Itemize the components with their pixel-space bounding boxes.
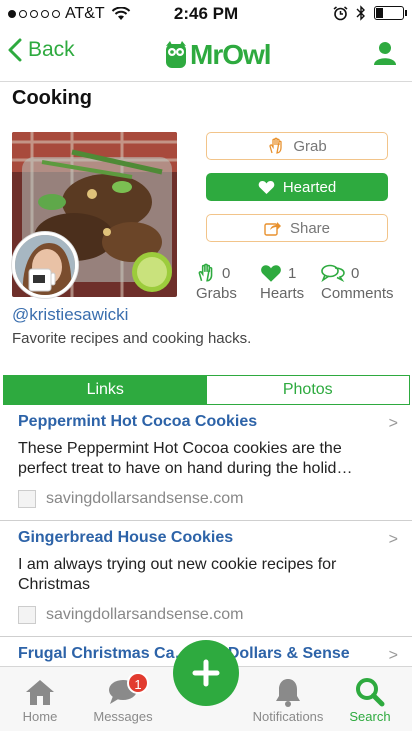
hearted-label: Hearted bbox=[282, 178, 337, 196]
grab-label: Grab bbox=[293, 137, 327, 155]
tab-home-label: Home bbox=[22, 709, 58, 724]
chevron-right-icon: > bbox=[388, 647, 398, 664]
content-tabs: Links Photos bbox=[3, 375, 410, 405]
page-title: Cooking bbox=[12, 87, 92, 109]
mrowl-logo: MrOwl bbox=[164, 39, 272, 71]
item-title[interactable]: Gingerbread House Cookies bbox=[18, 529, 233, 547]
heart-icon bbox=[261, 264, 281, 282]
tab-links[interactable]: Links bbox=[4, 376, 207, 404]
item-source-domain: savingdollarsandsense.com bbox=[46, 606, 244, 623]
tab-notifications-label: Notifications bbox=[252, 709, 324, 724]
plus-icon bbox=[192, 659, 220, 687]
person-icon bbox=[374, 42, 396, 65]
list-item[interactable]: Gingerbread House Cookies > I am always … bbox=[0, 521, 412, 637]
chevron-right-icon: > bbox=[388, 531, 398, 548]
grab-button[interactable]: Grab bbox=[206, 132, 388, 160]
hearts-stat[interactable]: 1 Hearts bbox=[260, 262, 305, 303]
add-button[interactable] bbox=[173, 640, 239, 706]
tab-messages-label: Messages bbox=[93, 709, 153, 724]
grabs-count: 0 bbox=[222, 264, 231, 282]
item-source: savingdollarsandsense.com bbox=[18, 606, 243, 624]
battery-icon bbox=[374, 6, 407, 20]
tab-home[interactable]: Home bbox=[0, 675, 80, 724]
back-button[interactable]: Back bbox=[8, 38, 75, 62]
share-button[interactable]: Share bbox=[206, 214, 388, 242]
list-item[interactable]: Peppermint Hot Cocoa Cookies > These Pep… bbox=[0, 405, 412, 521]
owl-icon bbox=[166, 41, 186, 68]
status-bar: AT&T 2:46 PM bbox=[0, 0, 412, 28]
comments-stat[interactable]: 0 Comments bbox=[321, 262, 394, 303]
comments-label: Comments bbox=[321, 285, 394, 302]
comments-icon bbox=[321, 264, 345, 282]
item-title[interactable]: Peppermint Hot Cocoa Cookies bbox=[18, 413, 257, 431]
tab-notifications[interactable]: Notifications bbox=[248, 675, 328, 724]
hand-icon bbox=[198, 263, 213, 282]
tab-photos[interactable]: Photos bbox=[206, 376, 409, 404]
hearts-label: Hearts bbox=[260, 285, 305, 302]
item-description: I am always trying out new cookie recipe… bbox=[18, 556, 337, 593]
tab-search-label: Search bbox=[349, 709, 391, 724]
chevron-left-icon bbox=[8, 38, 22, 62]
bluetooth-icon bbox=[356, 5, 365, 21]
item-source-domain: savingdollarsandsense.com bbox=[46, 490, 244, 507]
grabs-label: Grabs bbox=[196, 285, 237, 302]
tab-search[interactable]: Search bbox=[330, 675, 410, 724]
item-source: savingdollarsandsense.com bbox=[18, 490, 243, 508]
tab-messages[interactable]: Messages 1 bbox=[83, 672, 163, 724]
share-label: Share bbox=[289, 219, 331, 237]
comments-count: 0 bbox=[351, 264, 360, 282]
profile-button[interactable] bbox=[374, 41, 396, 70]
nav-bar: Back MrOwl bbox=[0, 28, 412, 82]
hearted-button[interactable]: Hearted bbox=[206, 173, 388, 201]
notification-badge: 1 bbox=[127, 672, 149, 694]
hearts-count: 1 bbox=[288, 264, 297, 282]
item-description: These Peppermint Hot Cocoa cookies are t… bbox=[18, 440, 353, 477]
hand-icon bbox=[269, 137, 282, 154]
home-icon bbox=[26, 680, 54, 705]
favicon-icon bbox=[18, 490, 36, 508]
back-label: Back bbox=[28, 38, 75, 61]
avatar[interactable] bbox=[12, 232, 78, 298]
heart-icon bbox=[258, 180, 275, 194]
logo-text: MrOwl bbox=[190, 39, 272, 70]
grabs-stat[interactable]: 0 Grabs bbox=[196, 262, 237, 302]
status-icons bbox=[333, 5, 407, 21]
chevron-right-icon: > bbox=[388, 415, 398, 432]
share-icon bbox=[264, 222, 281, 236]
avatar-photo bbox=[15, 235, 75, 295]
user-handle-link[interactable]: @kristiesawicki bbox=[12, 305, 128, 325]
bell-icon bbox=[276, 679, 300, 707]
alarm-icon bbox=[333, 5, 348, 20]
favicon-icon bbox=[18, 606, 36, 624]
board-description: Favorite recipes and cooking hacks. bbox=[12, 330, 252, 347]
search-icon bbox=[356, 678, 385, 707]
